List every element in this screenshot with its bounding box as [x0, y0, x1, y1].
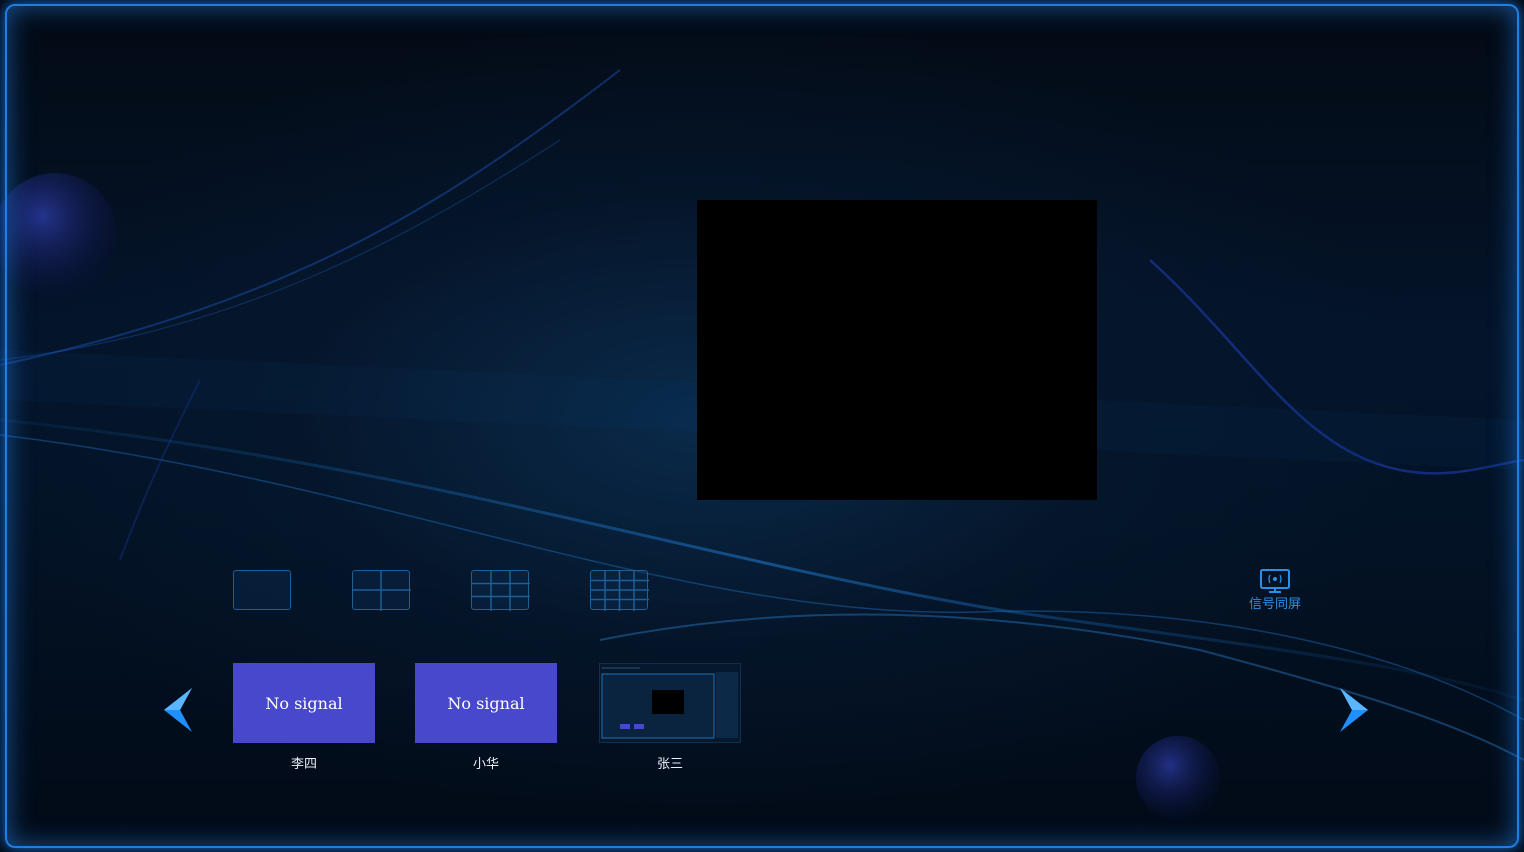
sixteen-grid-icon: [591, 571, 649, 611]
source-name: 小华: [472, 757, 499, 772]
layout-nine-button[interactable]: [471, 570, 530, 611]
quad-grid-icon: [353, 571, 411, 611]
source-thumbnail: No signal: [233, 663, 375, 743]
source-name: 张三: [656, 757, 683, 772]
layout-sixteen-button[interactable]: [590, 570, 649, 611]
source-tile-xiaohua[interactable]: No signal 小华: [415, 663, 557, 773]
layout-single-button[interactable]: [233, 570, 291, 610]
signal-sync-button[interactable]: 信号同屏: [1238, 568, 1312, 616]
main-video-screen[interactable]: [697, 200, 1097, 500]
screen-preview-image: [600, 664, 740, 742]
source-screen-thumbnail: [599, 663, 741, 743]
previous-page-button[interactable]: [160, 686, 194, 734]
main-display-background: 信号同屏 No signal 李四 No signal 小华 张三: [0, 0, 1524, 852]
source-tile-zhangsan[interactable]: 张三: [599, 663, 741, 773]
chevron-left-icon: [164, 688, 192, 732]
source-name: 李四: [290, 757, 317, 772]
monitor-sync-icon: [1260, 569, 1290, 593]
layout-quad-button[interactable]: [352, 570, 411, 611]
single-grid-icon: [234, 571, 292, 611]
chevron-right-icon: [1340, 688, 1368, 732]
nine-grid-icon: [472, 571, 530, 611]
source-thumbnail: No signal: [415, 663, 557, 743]
next-page-button[interactable]: [1338, 686, 1372, 734]
signal-sync-label: 信号同屏: [1248, 597, 1301, 612]
source-tile-lisi[interactable]: No signal 李四: [233, 663, 375, 773]
